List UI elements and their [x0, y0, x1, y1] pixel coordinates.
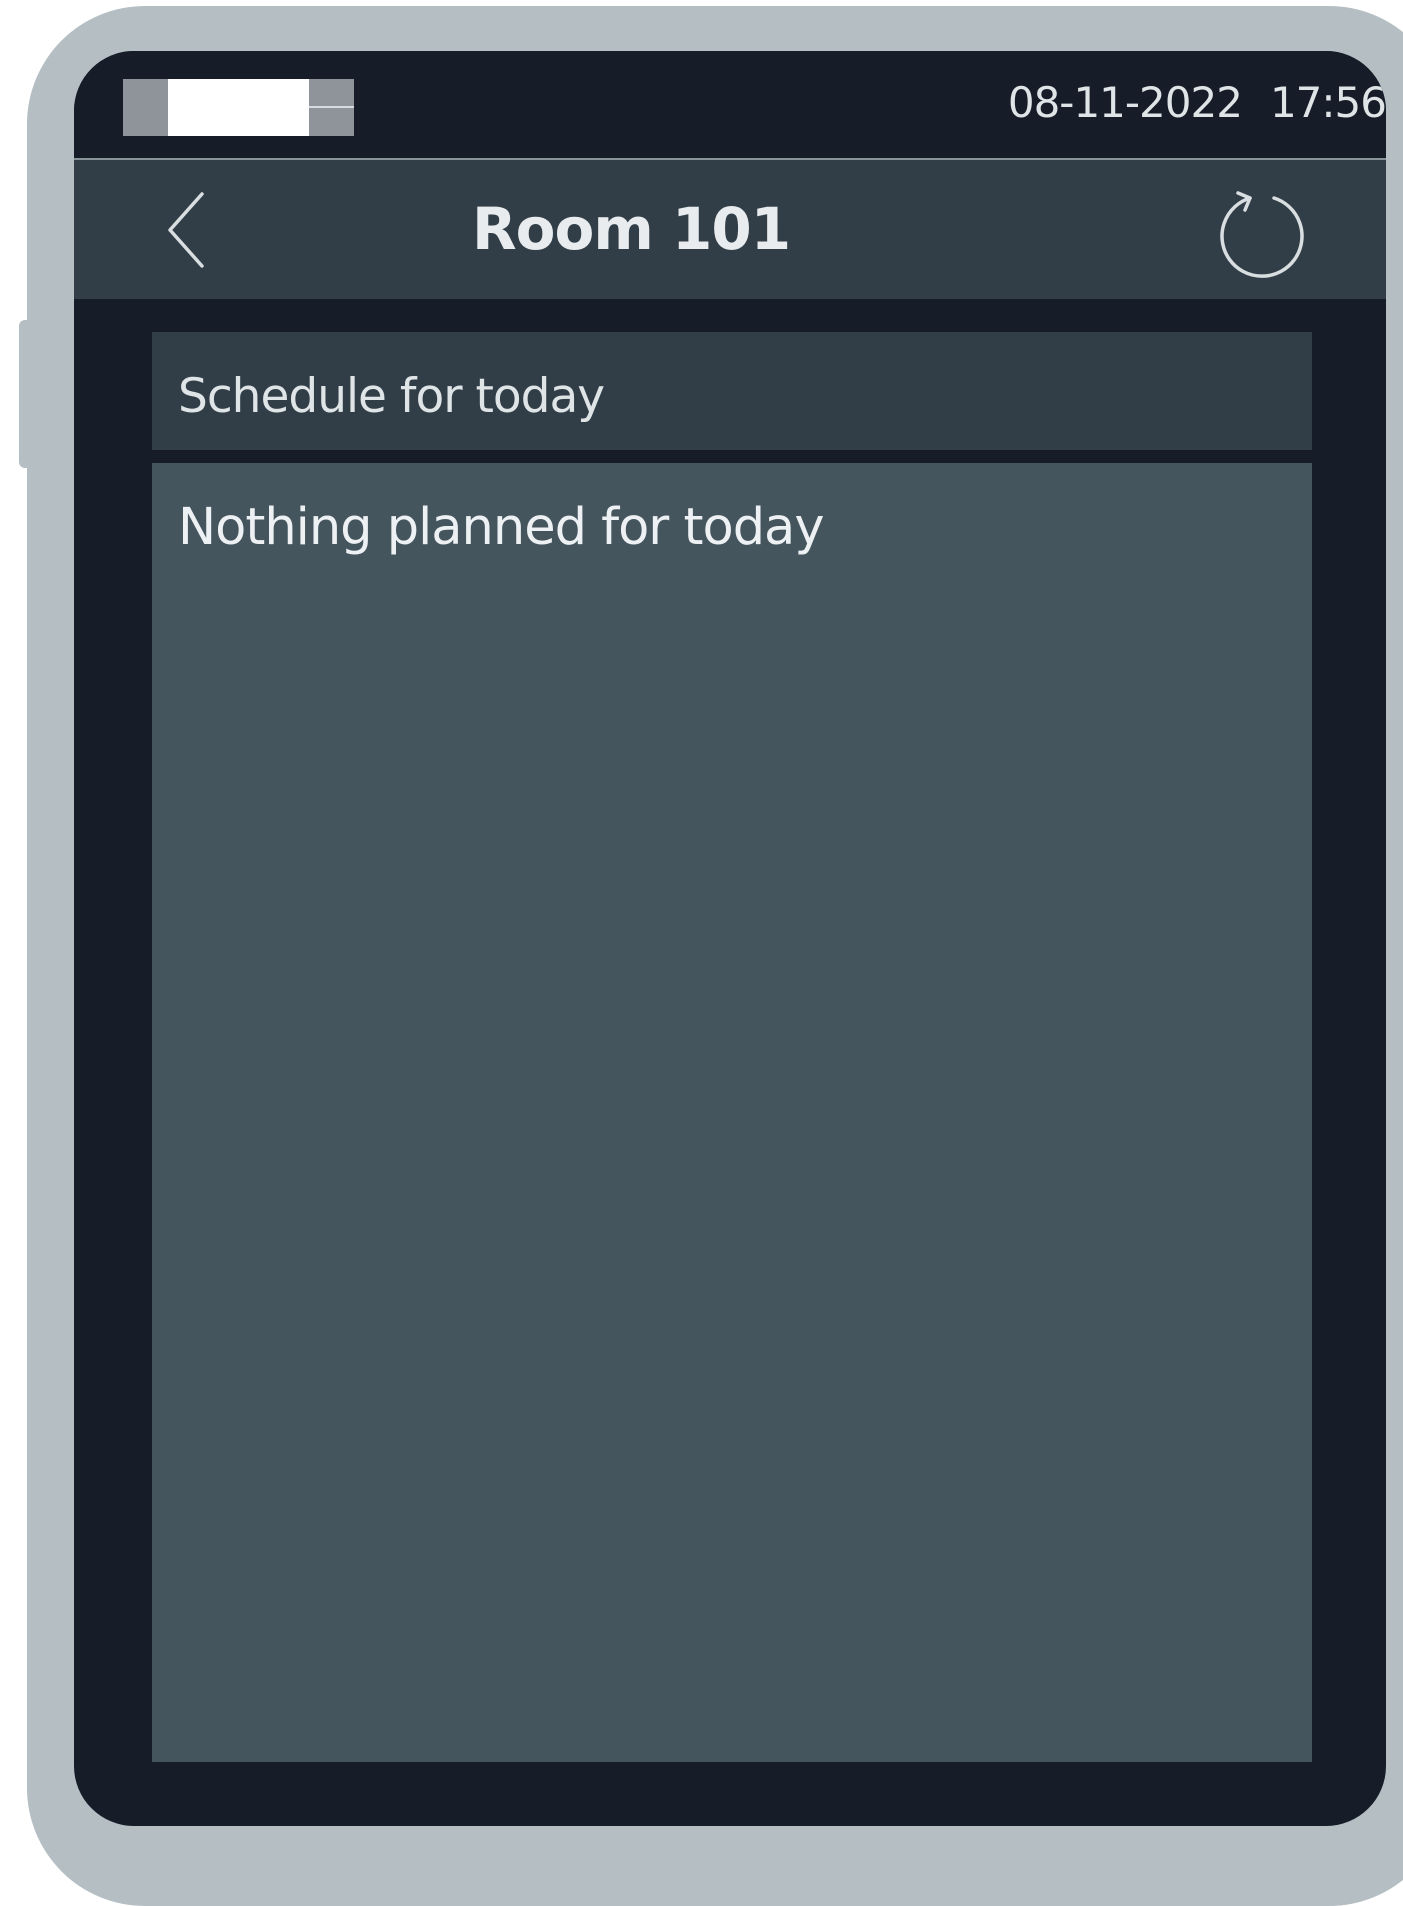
status-time: 17:56: [1269, 78, 1386, 127]
title-bar: Room 101: [74, 160, 1386, 299]
schedule-empty-message: Nothing planned for today: [178, 498, 824, 557]
status-date: 08-11-2022: [1007, 78, 1243, 127]
logo-block: [168, 79, 309, 136]
schedule-heading: Schedule for today: [178, 369, 605, 424]
device-screen: 08-11-2022 17:56 Room 101 Schedule for t…: [74, 51, 1386, 1826]
schedule-panel: Schedule for today Nothing planned for t…: [152, 332, 1312, 1762]
chevron-left-icon: [168, 192, 204, 268]
refresh-button[interactable]: [1212, 180, 1312, 280]
device-side-button: [19, 320, 31, 468]
status-clock: 08-11-2022 17:56: [1008, 77, 1386, 129]
brand-logo: [123, 79, 354, 136]
refresh-icon: [1220, 191, 1304, 278]
page-title: Room 101: [472, 195, 791, 263]
schedule-header: Schedule for today: [152, 332, 1312, 450]
back-button[interactable]: [162, 190, 222, 270]
schedule-list: Nothing planned for today: [152, 463, 1312, 1762]
status-bar: 08-11-2022 17:56: [74, 51, 1386, 160]
logo-line: [309, 106, 354, 108]
